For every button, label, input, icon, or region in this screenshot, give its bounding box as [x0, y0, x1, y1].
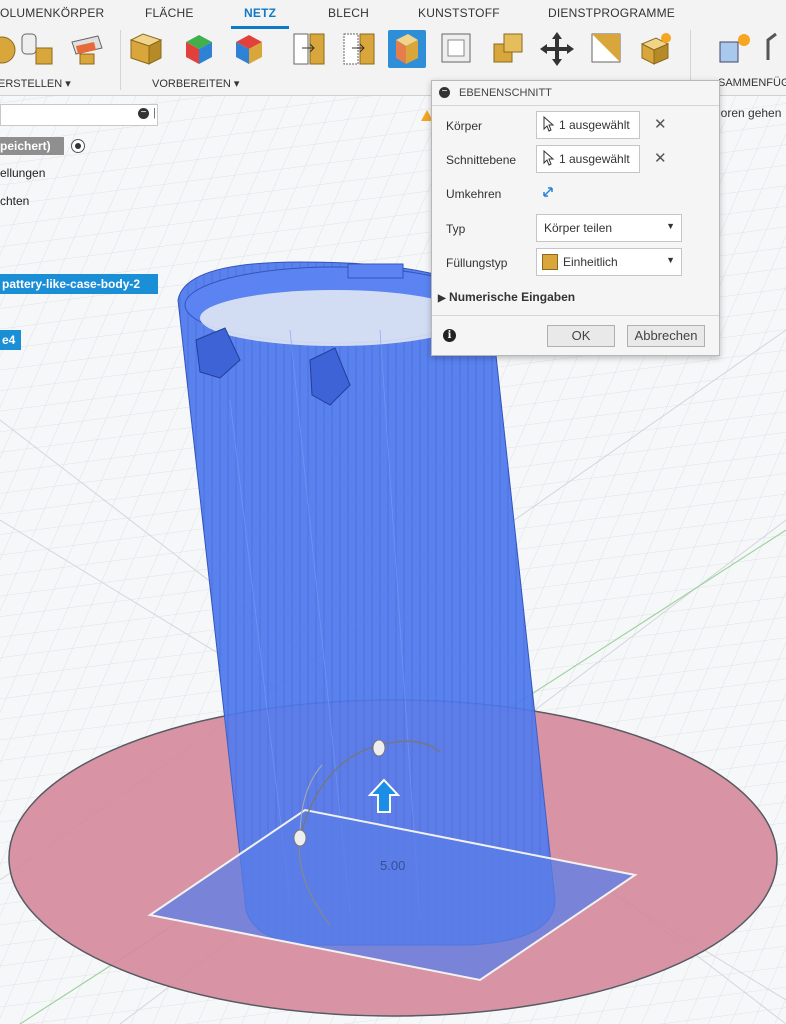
cursor-arrow-icon	[543, 115, 555, 135]
plane-label: Schnittebene	[446, 153, 517, 167]
create-mesh-icon[interactable]	[18, 30, 56, 68]
type-dropdown[interactable]: Körper teilen ▼	[536, 214, 682, 242]
type-value: Körper teilen	[544, 221, 613, 235]
browser-item-body-2[interactable]: e4	[0, 330, 22, 350]
body-selection-value: 1 ausgewählt	[559, 118, 630, 132]
browser-item-label: peichert)	[0, 139, 51, 153]
body-name: pattery-like-case-body-2	[2, 277, 141, 291]
dialog-title: EBENENSCHNITT	[459, 87, 552, 99]
plane-cut-dialog: − EBENENSCHNITT Körper 1 ausgewählt ✕ Sc…	[431, 80, 720, 356]
group-label-zusammenfuegen[interactable]: SAMMENFÜG	[718, 77, 786, 89]
separate-icon[interactable]	[588, 30, 626, 68]
plane-mesh-icon[interactable]	[68, 30, 106, 68]
fill-cube-icon	[542, 254, 558, 270]
radio-icon[interactable]	[71, 139, 85, 153]
group-label-text: ERSTELLEN	[0, 78, 63, 90]
browser-item-views[interactable]: chten	[0, 194, 29, 208]
dropdown-caret-icon: ▾	[233, 78, 240, 90]
browser-item-settings[interactable]: ellungen	[0, 166, 45, 180]
dimension-label: 5.00	[380, 858, 405, 873]
browser-item-body[interactable]: pattery-like-case-body-2	[0, 274, 158, 294]
chevron-down-icon: ▼	[666, 221, 675, 231]
flip-label: Umkehren	[446, 187, 502, 201]
plane-selection-value: 1 ausgewählt	[559, 152, 630, 166]
browser-header[interactable]: − |	[0, 104, 158, 126]
group-label-text: VORBEREITEN	[152, 78, 231, 90]
pin-icon[interactable]: |	[153, 107, 156, 119]
collapse-icon[interactable]: −	[439, 87, 450, 98]
dropdown-caret-icon: ▾	[65, 78, 71, 90]
numeric-inputs-section[interactable]: ▶ Numerische Eingaben	[438, 290, 575, 304]
tab-blech[interactable]: BLECH	[328, 6, 369, 20]
clear-plane-icon[interactable]: ✕	[654, 149, 667, 167]
remesh-icon[interactable]	[180, 30, 218, 68]
expand-triangle-icon: ▶	[438, 293, 446, 304]
flip-icon[interactable]	[540, 184, 556, 205]
warning-message: loren gehen	[718, 106, 781, 120]
prepare-mesh-icon[interactable]	[127, 30, 165, 68]
repair-mesh-icon[interactable]	[230, 30, 268, 68]
face-groups-icon[interactable]	[290, 30, 328, 68]
group-label-vorbereiten[interactable]: VORBEREITEN ▾	[152, 77, 239, 90]
combine-icon[interactable]	[490, 30, 528, 68]
plane-cut-icon[interactable]	[388, 30, 426, 68]
tab-volumenkoerper[interactable]: OLUMENKÖRPER	[0, 6, 104, 20]
warning-text: loren gehen	[718, 106, 782, 120]
move-icon[interactable]	[538, 30, 576, 68]
numeric-inputs-label: Numerische Eingaben	[449, 290, 576, 304]
tab-dienstprogramme[interactable]: DIENSTPROGRAMME	[548, 6, 675, 20]
active-tab-indicator	[231, 26, 289, 29]
cursor-arrow-icon	[543, 149, 555, 169]
separator	[120, 30, 121, 90]
shell-icon[interactable]	[438, 30, 476, 68]
body-name: e4	[2, 333, 16, 347]
mesh-analysis-icon[interactable]	[636, 30, 674, 68]
type-label: Typ	[446, 222, 466, 236]
browser-item-document[interactable]: peichert)	[0, 137, 64, 155]
browser-panel	[0, 95, 160, 355]
info-icon[interactable]: i	[443, 329, 456, 342]
joint-icon[interactable]	[762, 30, 786, 68]
fill-type-label: Füllungstyp	[446, 256, 508, 270]
tab-kunststoff[interactable]: KUNSTSTOFF	[418, 6, 500, 20]
body-label: Körper	[446, 119, 483, 133]
cancel-button[interactable]: Abbrechen	[627, 325, 705, 347]
tab-flaeche[interactable]: FLÄCHE	[145, 6, 194, 20]
rotation-handle-top	[372, 739, 386, 757]
chevron-down-icon: ▼	[666, 255, 675, 265]
group-label-erstellen[interactable]: ERSTELLEN ▾	[0, 77, 71, 90]
face-group-edit-icon[interactable]	[340, 30, 378, 68]
fill-type-dropdown[interactable]: Einheitlich ▼	[536, 248, 682, 276]
assemble-icon[interactable]	[716, 30, 754, 68]
collapse-icon[interactable]: −	[138, 108, 149, 119]
ok-button[interactable]: OK	[547, 325, 615, 347]
dialog-header[interactable]: − EBENENSCHNITT	[432, 81, 719, 106]
fill-type-value: Einheitlich	[563, 255, 618, 269]
tab-netz[interactable]: NETZ	[244, 6, 276, 20]
rotation-handle-left	[293, 829, 307, 847]
clear-body-icon[interactable]: ✕	[654, 115, 667, 133]
plane-selection[interactable]: 1 ausgewählt	[536, 145, 640, 173]
body-selection[interactable]: 1 ausgewählt	[536, 111, 640, 139]
